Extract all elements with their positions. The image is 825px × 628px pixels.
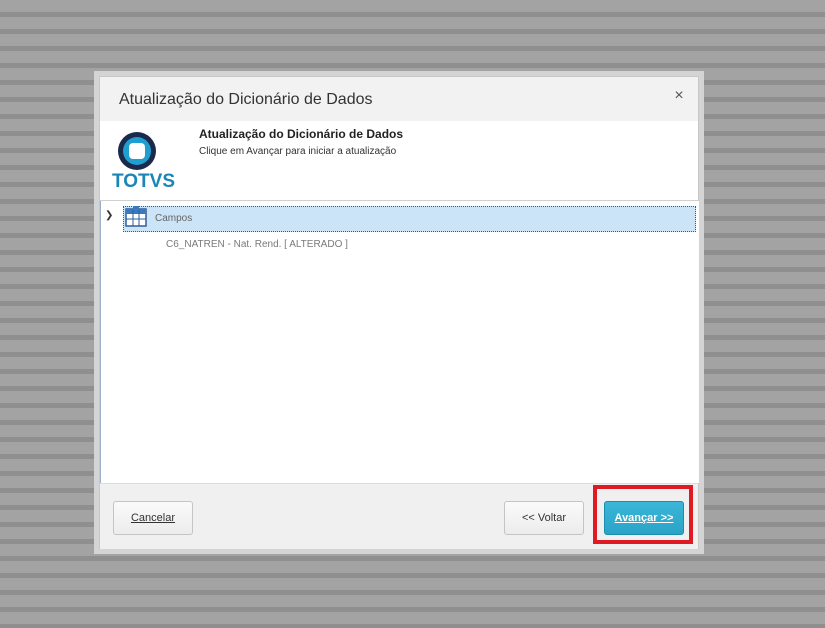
header-subtitle: Clique em Avançar para iniciar a atualiz… bbox=[199, 146, 397, 157]
dialog-frame: Atualização do Dicionário de Dados × TOT… bbox=[94, 71, 704, 554]
cancel-button[interactable]: Cancelar bbox=[113, 501, 193, 535]
back-button-label: << Voltar bbox=[521, 512, 567, 524]
tree-node-label: Campos bbox=[155, 213, 193, 224]
update-dictionary-dialog: Atualização do Dicionário de Dados × TOT… bbox=[99, 76, 699, 549]
dialog-titlebar: Atualização do Dicionário de Dados × bbox=[100, 77, 698, 122]
highlight-box bbox=[593, 485, 693, 544]
chevron-down-icon[interactable]: ❯ bbox=[105, 210, 113, 221]
dialog-title: Atualização do Dicionário de Dados bbox=[119, 91, 373, 108]
header-title: Atualização do Dicionário de Dados bbox=[199, 127, 404, 141]
update-tree: ❯ Campos C6_NATREN - Nat. Rend. [ ALTERA… bbox=[100, 201, 699, 483]
back-button[interactable]: << Voltar bbox=[504, 501, 584, 535]
logo-text: TOTVS bbox=[112, 171, 175, 192]
cancel-button-label: Cancelar bbox=[130, 512, 176, 524]
tree-node-campos[interactable] bbox=[123, 206, 696, 232]
dialog-header: TOTVS Atualização do Dicionário de Dados… bbox=[100, 121, 698, 201]
tree-child-item[interactable]: C6_NATREN - Nat. Rend. [ ALTERADO ] bbox=[166, 239, 348, 250]
close-icon[interactable]: × bbox=[670, 87, 688, 105]
table-grid-icon bbox=[125, 206, 147, 227]
